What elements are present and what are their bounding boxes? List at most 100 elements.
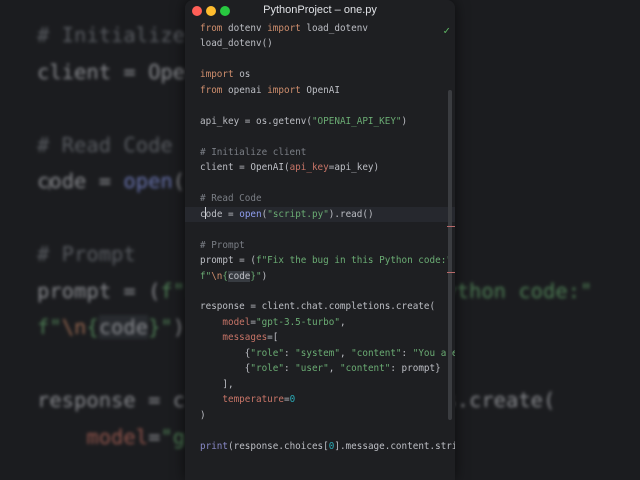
- scrollbar[interactable]: [448, 90, 452, 420]
- code-token: "script.py": [267, 208, 329, 220]
- code-line[interactable]: client = OpenAI(api_key=api_key): [200, 160, 455, 175]
- code-line[interactable]: from openai import OpenAI: [200, 83, 455, 98]
- code-token: temperature: [222, 394, 284, 406]
- code-line[interactable]: [200, 129, 455, 144]
- code-line[interactable]: {"role": "system", "content": "You are a…: [200, 346, 455, 361]
- code-line[interactable]: model="gpt-3.5-turbo",: [200, 315, 455, 330]
- code-token: from: [200, 84, 228, 96]
- code-token: "system": [295, 347, 340, 359]
- code-line[interactable]: [200, 52, 455, 67]
- code-token: ): [261, 270, 268, 282]
- code-line[interactable]: print(response.choices[0].message.conten…: [200, 439, 455, 454]
- code-token: # Prompt: [200, 239, 245, 251]
- code-token: "gpt-3.5-turbo": [256, 316, 340, 328]
- editor-window: PythonProject – one.py from dotenv impor…: [185, 0, 455, 480]
- code-token: "role": [250, 363, 284, 375]
- code-token: \n: [61, 315, 87, 339]
- code-lines[interactable]: from dotenv import load_dotenv load_doten…: [185, 21, 455, 454]
- code-token: # Read Code: [37, 132, 173, 157]
- code-token: "user": [295, 363, 329, 375]
- code-line[interactable]: load_dotenv(): [200, 36, 455, 51]
- code-token: os: [239, 69, 251, 81]
- code-token: =[: [267, 332, 279, 344]
- code-token: =: [148, 424, 161, 449]
- code-token: f"Fix the bug in this Python code:": [255, 255, 452, 267]
- code-token: :: [283, 363, 296, 375]
- code-token: "OPENAI_API_KEY": [311, 115, 402, 127]
- code-token: ,: [339, 316, 346, 328]
- code-line[interactable]: prompt = (f"Fix the bug in this Python c…: [200, 253, 455, 268]
- code-line[interactable]: [200, 176, 455, 191]
- error-stripe-mark[interactable]: [447, 226, 455, 227]
- code-line[interactable]: # Read Code: [200, 191, 455, 206]
- code-line[interactable]: api_key = os.getenv("OPENAI_API_KEY"): [200, 114, 455, 129]
- code-token: load_dotenv(): [200, 38, 273, 50]
- code-token: print: [200, 440, 228, 452]
- code-token: # Prompt: [37, 242, 136, 266]
- code-token: import: [200, 69, 240, 81]
- code-token: load_dotenv: [306, 23, 368, 34]
- code-token: }": [148, 315, 173, 339]
- code-token: {: [200, 363, 251, 375]
- code-line[interactable]: {"role": "user", "content": prompt}: [200, 361, 455, 376]
- code-token: (: [172, 169, 186, 193]
- code-token: open: [239, 208, 262, 220]
- code-token: ): [200, 409, 206, 421]
- code-token: de =: [211, 208, 240, 220]
- code-token: OpenAI: [306, 84, 340, 96]
- code-token: (response.choices[: [228, 440, 329, 452]
- code-token: import: [267, 84, 307, 96]
- code-line[interactable]: # Prompt: [200, 238, 455, 253]
- code-token: {: [86, 315, 99, 339]
- check-icon[interactable]: ✓: [443, 24, 450, 37]
- code-token: f": [37, 315, 62, 339]
- code-token: ).read(): [328, 208, 374, 220]
- code-token: response = client.chat.completions.creat…: [200, 301, 436, 313]
- title-bar: PythonProject – one.py: [185, 0, 455, 22]
- code-token: openai: [228, 84, 268, 96]
- code-token: =api_key): [328, 162, 380, 174]
- code-line[interactable]: messages=[: [200, 330, 455, 345]
- code-token: :: [283, 347, 296, 359]
- code-token: 0: [289, 394, 296, 406]
- code-token: de =: [61, 169, 124, 193]
- window-title: PythonProject – one.py: [263, 4, 377, 16]
- code-token: model: [86, 424, 149, 449]
- code-line[interactable]: # Initialize client: [200, 145, 455, 160]
- code-line[interactable]: [200, 222, 455, 237]
- code-line[interactable]: [200, 423, 455, 438]
- code-token: api_key: [289, 162, 329, 174]
- code-token: prompt = (: [37, 278, 161, 303]
- code-line[interactable]: [200, 284, 455, 299]
- code-token: # Initialize client: [200, 146, 307, 158]
- error-stripe-mark[interactable]: [447, 272, 455, 273]
- code-token: ): [401, 115, 408, 127]
- code-line[interactable]: temperature=0: [200, 392, 455, 407]
- code-line[interactable]: import os: [200, 67, 455, 82]
- code-token: messages: [222, 332, 268, 344]
- code-token: ,: [328, 363, 340, 375]
- code-token: # Read Code: [200, 193, 262, 205]
- code-token: o: [49, 169, 62, 193]
- code-token: code: [228, 270, 251, 282]
- code-token: "role": [250, 347, 284, 359]
- code-line[interactable]: f"\n{code}"): [200, 269, 455, 284]
- code-token: \n: [211, 270, 223, 282]
- code-line[interactable]: ): [200, 408, 455, 423]
- code-line[interactable]: code = open("script.py").read(): [185, 206, 455, 223]
- code-token: import: [267, 23, 307, 34]
- code-line[interactable]: response = client.chat.completions.creat…: [200, 299, 455, 314]
- code-token: model: [222, 316, 251, 328]
- code-token: dotenv: [228, 23, 268, 34]
- code-line[interactable]: [200, 98, 455, 113]
- code-line[interactable]: from dotenv import load_dotenv: [200, 21, 455, 36]
- code-token: client = OpenAI(: [200, 162, 290, 174]
- code-line[interactable]: ],: [200, 377, 455, 392]
- code-token: api_key = os.getenv(: [200, 115, 312, 127]
- code-token: : prompt}: [390, 363, 441, 375]
- code-token: ].message.content.strip()): [334, 440, 455, 452]
- code-token: {: [200, 347, 251, 359]
